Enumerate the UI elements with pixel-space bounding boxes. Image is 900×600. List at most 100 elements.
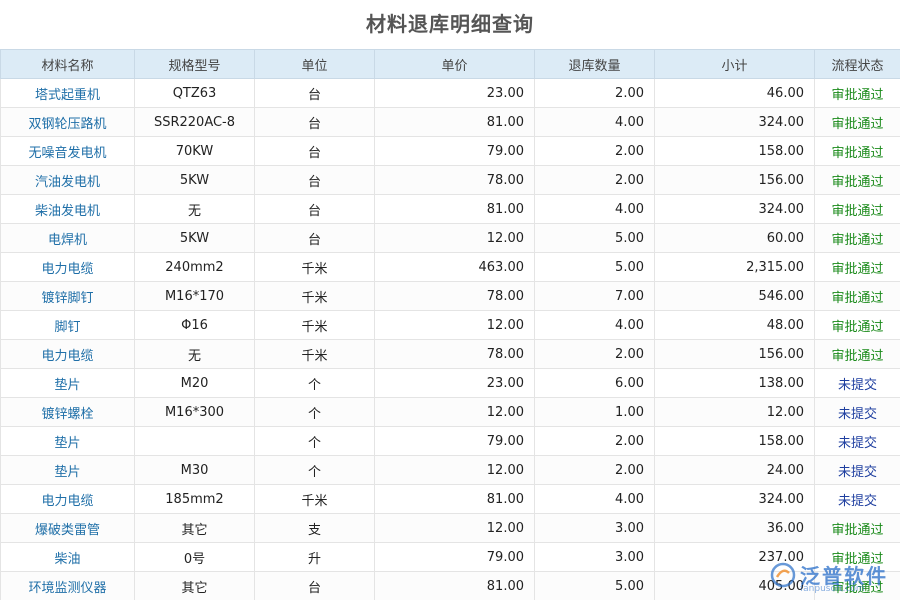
unit-cell: 个 — [254, 426, 375, 456]
unit-cell: 个 — [254, 455, 375, 485]
material-name-cell[interactable]: 垫片 — [0, 426, 135, 456]
material-name-cell[interactable]: 爆破类雷管 — [0, 513, 135, 543]
spec-cell: QTZ63 — [134, 78, 255, 108]
status-cell[interactable]: 审批通过 — [814, 310, 900, 340]
spec-cell: SSR220AC-8 — [134, 107, 255, 137]
status-cell[interactable]: 未提交 — [814, 455, 900, 485]
table-row[interactable]: 垫片 M30 个 12.00 2.00 24.00 未提交 — [0, 455, 900, 485]
status-cell[interactable]: 审批通过 — [814, 194, 900, 224]
material-name-cell[interactable]: 脚钉 — [0, 310, 135, 340]
material-name-cell[interactable]: 电力电缆 — [0, 339, 135, 369]
material-return-table: 材料名称 规格型号 单位 单价 退库数量 小计 流程状态 塔式起重机 QTZ63 台… — [0, 49, 900, 600]
unit-cell: 台 — [254, 78, 375, 108]
status-cell[interactable]: 审批通过 — [814, 339, 900, 369]
material-name-cell[interactable]: 塔式起重机 — [0, 78, 135, 108]
status-cell[interactable]: 审批通过 — [814, 223, 900, 253]
unit-cell: 台 — [254, 571, 375, 600]
spec-cell: 5KW — [134, 165, 255, 195]
status-cell[interactable]: 审批通过 — [814, 136, 900, 166]
material-name-cell[interactable]: 双钢轮压路机 — [0, 107, 135, 137]
subtotal-cell: 158.00 — [654, 426, 815, 456]
spec-cell: 其它 — [134, 571, 255, 600]
column-header-status[interactable]: 流程状态 — [814, 49, 900, 79]
return-qty-cell: 1.00 — [534, 397, 655, 427]
table-row[interactable]: 脚钉 Φ16 千米 12.00 4.00 48.00 审批通过 — [0, 310, 900, 340]
status-cell[interactable]: 未提交 — [814, 426, 900, 456]
status-cell[interactable]: 未提交 — [814, 368, 900, 398]
material-name-cell[interactable]: 无噪音发电机 — [0, 136, 135, 166]
unit-price-cell: 81.00 — [374, 571, 535, 600]
table-row[interactable]: 镀锌脚钉 M16*170 千米 78.00 7.00 546.00 审批通过 — [0, 281, 900, 311]
return-qty-cell: 5.00 — [534, 571, 655, 600]
return-qty-cell: 2.00 — [534, 165, 655, 195]
material-name-cell[interactable]: 柴油发电机 — [0, 194, 135, 224]
material-name-cell[interactable]: 汽油发电机 — [0, 165, 135, 195]
column-header-return-qty[interactable]: 退库数量 — [534, 49, 655, 79]
status-cell[interactable]: 审批通过 — [814, 252, 900, 282]
unit-cell: 个 — [254, 368, 375, 398]
material-name-cell[interactable]: 电力电缆 — [0, 252, 135, 282]
table-row[interactable]: 电力电缆 185mm2 千米 81.00 4.00 324.00 未提交 — [0, 484, 900, 514]
return-qty-cell: 3.00 — [534, 542, 655, 572]
table-row[interactable]: 塔式起重机 QTZ63 台 23.00 2.00 46.00 审批通过 — [0, 78, 900, 108]
spec-cell: 其它 — [134, 513, 255, 543]
material-name-cell[interactable]: 电力电缆 — [0, 484, 135, 514]
subtotal-cell: 12.00 — [654, 397, 815, 427]
subtotal-cell: 48.00 — [654, 310, 815, 340]
table-row[interactable]: 垫片 M20 个 23.00 6.00 138.00 未提交 — [0, 368, 900, 398]
status-cell[interactable]: 审批通过 — [814, 542, 900, 572]
return-qty-cell: 2.00 — [534, 78, 655, 108]
table-row[interactable]: 电力电缆 240mm2 千米 463.00 5.00 2,315.00 审批通过 — [0, 252, 900, 282]
material-name-cell[interactable]: 电焊机 — [0, 223, 135, 253]
subtotal-cell: 324.00 — [654, 484, 815, 514]
unit-price-cell: 12.00 — [374, 310, 535, 340]
column-header-spec[interactable]: 规格型号 — [134, 49, 255, 79]
unit-price-cell: 463.00 — [374, 252, 535, 282]
return-qty-cell: 7.00 — [534, 281, 655, 311]
spec-cell: Φ16 — [134, 310, 255, 340]
column-header-material-name[interactable]: 材料名称 — [0, 49, 135, 79]
status-cell[interactable]: 未提交 — [814, 484, 900, 514]
status-cell[interactable]: 审批通过 — [814, 281, 900, 311]
return-qty-cell: 2.00 — [534, 339, 655, 369]
spec-cell: 70KW — [134, 136, 255, 166]
column-header-unit[interactable]: 单位 — [254, 49, 375, 79]
status-cell[interactable]: 审批通过 — [814, 107, 900, 137]
column-header-unit-price[interactable]: 单价 — [374, 49, 535, 79]
unit-cell: 千米 — [254, 484, 375, 514]
return-qty-cell: 5.00 — [534, 252, 655, 282]
spec-cell: 无 — [134, 339, 255, 369]
material-name-cell[interactable]: 镀锌脚钉 — [0, 281, 135, 311]
unit-price-cell: 78.00 — [374, 281, 535, 311]
status-cell[interactable]: 审批通过 — [814, 513, 900, 543]
unit-price-cell: 78.00 — [374, 165, 535, 195]
table-row[interactable]: 爆破类雷管 其它支 12.00 3.00 36.00 审批通过 — [0, 513, 900, 543]
subtotal-cell: 324.00 — [654, 107, 815, 137]
table-row[interactable]: 镀锌螺栓 M16*300 个 12.00 1.00 12.00 未提交 — [0, 397, 900, 427]
table-row[interactable]: 柴油发电机无台 81.00 4.00 324.00 审批通过 — [0, 194, 900, 224]
status-cell[interactable]: 未提交 — [814, 397, 900, 427]
status-cell[interactable]: 审批通过 — [814, 78, 900, 108]
material-name-cell[interactable]: 垫片 — [0, 368, 135, 398]
return-qty-cell: 3.00 — [534, 513, 655, 543]
status-cell[interactable]: 审批通过 — [814, 165, 900, 195]
table-row[interactable]: 垫片 个 79.00 2.00 158.00 未提交 — [0, 426, 900, 456]
table-row[interactable]: 电力电缆无千米 78.00 2.00 156.00 审批通过 — [0, 339, 900, 369]
spec-cell: 240mm2 — [134, 252, 255, 282]
material-name-cell[interactable]: 镀锌螺栓 — [0, 397, 135, 427]
subtotal-cell: 138.00 — [654, 368, 815, 398]
spec-cell: 185mm2 — [134, 484, 255, 514]
table-row[interactable]: 柴油 0号升 79.00 3.00 237.00 审批通过 — [0, 542, 900, 572]
unit-cell: 台 — [254, 165, 375, 195]
table-row[interactable]: 电焊机 5KW 台 12.00 5.00 60.00 审批通过 — [0, 223, 900, 253]
material-name-cell[interactable]: 环境监测仪器 — [0, 571, 135, 600]
table-row[interactable]: 无噪音发电机 70KW 台 79.00 2.00 158.00 审批通过 — [0, 136, 900, 166]
status-cell[interactable]: 审批通过 — [814, 571, 900, 600]
column-header-subtotal[interactable]: 小计 — [654, 49, 815, 79]
table-row[interactable]: 双钢轮压路机 SSR220AC-8 台 81.00 4.00 324.00 审批通过 — [0, 107, 900, 137]
material-name-cell[interactable]: 垫片 — [0, 455, 135, 485]
unit-price-cell: 23.00 — [374, 368, 535, 398]
table-row[interactable]: 汽油发电机 5KW 台 78.00 2.00 156.00 审批通过 — [0, 165, 900, 195]
table-row[interactable]: 环境监测仪器 其它台 81.00 5.00 405.00 审批通过 — [0, 571, 900, 600]
material-name-cell[interactable]: 柴油 — [0, 542, 135, 572]
